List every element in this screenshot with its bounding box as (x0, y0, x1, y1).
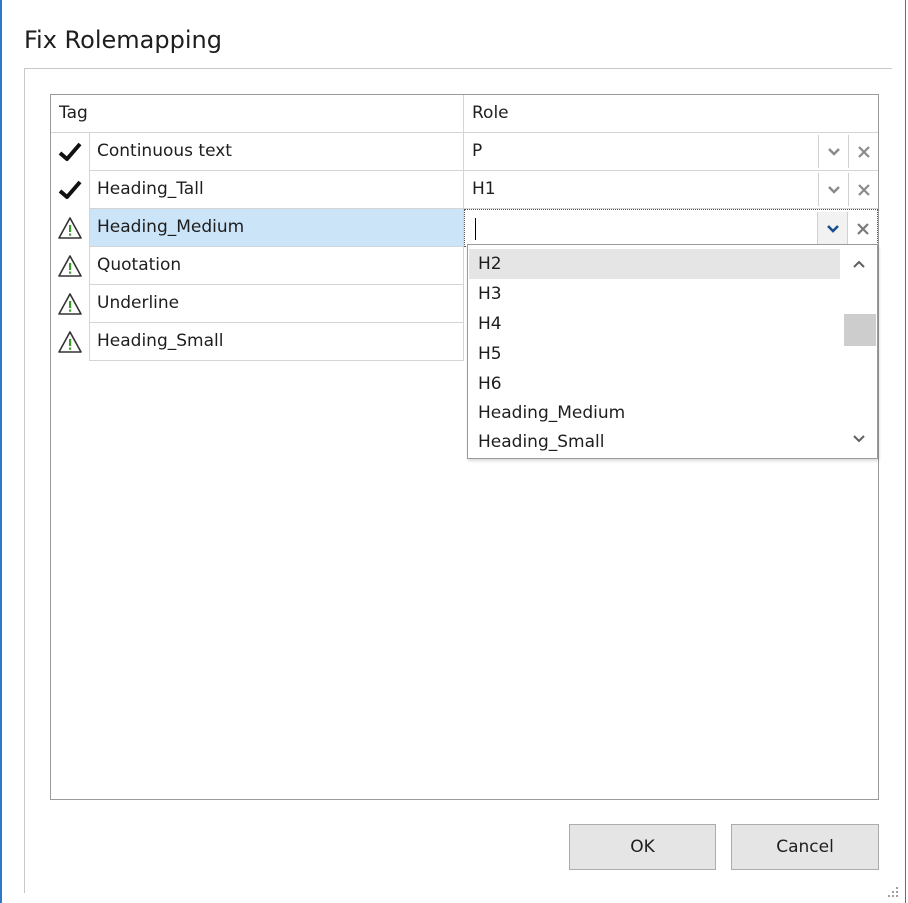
window-border-right (905, 0, 906, 903)
warning-icon (51, 285, 89, 323)
close-icon (857, 183, 870, 196)
role-clear-button[interactable] (848, 135, 878, 168)
ok-button[interactable]: OK (569, 824, 716, 870)
resize-grip-icon[interactable] (886, 885, 900, 899)
tag-cell[interactable]: Continuous text (89, 133, 464, 171)
text-caret (475, 218, 476, 240)
column-header-tag[interactable]: Tag (51, 95, 464, 133)
role-value: H1 (472, 179, 496, 199)
dropdown-option[interactable]: H5 (469, 339, 840, 369)
role-cell[interactable]: H1 (464, 171, 878, 209)
dialog-title: Fix Rolemapping (24, 26, 222, 54)
dropdown-option[interactable]: Heading_Medium (469, 398, 840, 428)
warning-icon (51, 323, 89, 361)
dropdown-option[interactable]: H2 (469, 249, 840, 279)
role-dropdown-list[interactable]: H2 H3 H4 H5 H6 Heading_Medium Heading_Sm… (467, 244, 878, 459)
dropdown-option[interactable]: H6 (469, 369, 840, 399)
chevron-down-icon (826, 224, 839, 233)
check-icon (51, 171, 89, 209)
role-cell[interactable]: P (464, 133, 878, 171)
warning-icon (51, 247, 89, 285)
tag-cell[interactable]: Heading_Small (89, 323, 464, 361)
table-row[interactable]: Heading_Tall H1 (51, 171, 878, 209)
close-icon (857, 145, 870, 158)
role-dropdown-button[interactable] (818, 173, 848, 206)
tag-cell[interactable]: Heading_Tall (89, 171, 464, 209)
window-border (0, 0, 2, 903)
role-dropdown-button[interactable] (817, 212, 847, 245)
dropdown-scrollbar[interactable] (842, 246, 876, 457)
role-editor[interactable] (464, 209, 878, 247)
table-row[interactable]: Continuous text P (51, 133, 878, 171)
tag-cell[interactable]: Underline (89, 285, 464, 323)
tag-cell[interactable]: Quotation (89, 247, 464, 285)
dropdown-option[interactable]: H4 (469, 309, 840, 339)
role-value: P (472, 141, 483, 161)
table-row-selected[interactable]: Heading_Medium (51, 209, 878, 247)
scroll-up-button[interactable] (842, 246, 876, 282)
dropdown-option[interactable]: H3 (469, 279, 840, 309)
tag-cell[interactable]: Heading_Medium (89, 209, 464, 247)
chevron-down-icon (853, 435, 865, 443)
chevron-down-icon (827, 147, 840, 156)
dropdown-option[interactable]: Heading_Small (469, 427, 840, 457)
cancel-button[interactable]: Cancel (731, 824, 879, 870)
column-header-role[interactable]: Role (464, 95, 878, 133)
scroll-thumb[interactable] (844, 314, 876, 346)
role-clear-button[interactable] (847, 212, 877, 245)
scroll-down-button[interactable] (842, 421, 876, 457)
chevron-down-icon (827, 185, 840, 194)
role-clear-button[interactable] (848, 173, 878, 206)
close-icon (856, 222, 869, 235)
warning-icon (51, 209, 89, 247)
check-icon (51, 133, 89, 171)
chevron-up-icon (853, 260, 865, 268)
role-dropdown-button[interactable] (818, 135, 848, 168)
